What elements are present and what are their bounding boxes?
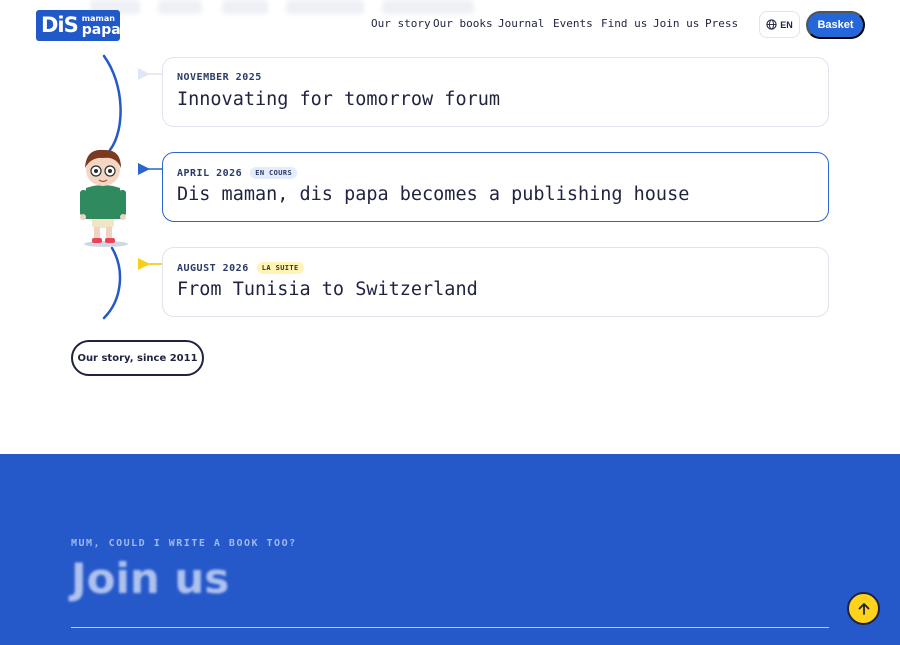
timeline-meta: APRIL 2026 EN COURS	[177, 167, 298, 179]
timeline-card[interactable]: NOVEMBER 2025 Innovating for tomorrow fo…	[162, 57, 829, 127]
divider	[71, 627, 829, 628]
arrow-up-icon	[858, 602, 869, 615]
nav-item-find-us[interactable]: Find us	[601, 17, 647, 30]
timeline-title: Dis maman, dis papa becomes a publishing…	[177, 184, 690, 205]
timeline-title: Innovating for tomorrow forum	[177, 89, 501, 110]
site-logo[interactable]: DiS maman papa	[36, 10, 120, 41]
site-header: DiS maman papa Our story Our books Journ…	[0, 0, 900, 50]
language-button[interactable]: EN	[759, 11, 800, 38]
faded-heading-fragment	[222, 0, 268, 14]
logo-papa: papa	[81, 21, 120, 38]
language-label: EN	[780, 19, 793, 30]
basket-button[interactable]: Basket	[806, 11, 865, 39]
logo-stack: maman papa	[81, 14, 120, 38]
nav-item-press[interactable]: Press	[705, 17, 738, 30]
child-character-illustration	[80, 149, 128, 247]
logo-wordmark: DiS	[41, 13, 79, 37]
faded-heading-fragment	[286, 0, 364, 14]
timeline-meta: NOVEMBER 2025	[177, 72, 262, 83]
timeline-date: APRIL 2026	[177, 167, 243, 179]
faded-heading-fragment	[158, 0, 202, 14]
faded-heading-fragment	[382, 0, 474, 14]
our-story-button[interactable]: Our story, since 2011	[71, 340, 204, 376]
nav-item-events[interactable]: Events	[553, 17, 593, 30]
nav-item-join-us[interactable]: Join us	[653, 17, 699, 30]
join-eyebrow: MUM, COULD I WRITE A BOOK TOO?	[71, 538, 297, 549]
timeline-meta: AUGUST 2026 LA SUITE	[177, 262, 304, 274]
nav-item-journal[interactable]: Journal	[498, 17, 544, 30]
join-title: Join us	[71, 554, 230, 603]
timeline-title: From Tunisia to Switzerland	[177, 279, 478, 300]
scroll-to-top-button[interactable]	[847, 592, 880, 625]
timeline-card-current[interactable]: APRIL 2026 EN COURS Dis maman, dis papa …	[162, 152, 829, 222]
globe-icon	[766, 19, 777, 30]
timeline-card[interactable]: AUGUST 2026 LA SUITE From Tunisia to Swi…	[162, 247, 829, 317]
nav-item-our-books[interactable]: Our books	[433, 17, 493, 30]
status-badge: LA SUITE	[256, 262, 304, 274]
timeline-date: NOVEMBER 2025	[177, 72, 262, 83]
timeline-date: AUGUST 2026	[177, 262, 249, 274]
join-section: MUM, COULD I WRITE A BOOK TOO? Join us	[0, 454, 900, 645]
status-badge: EN COURS	[250, 167, 298, 179]
nav-item-our-story[interactable]: Our story	[371, 17, 431, 30]
